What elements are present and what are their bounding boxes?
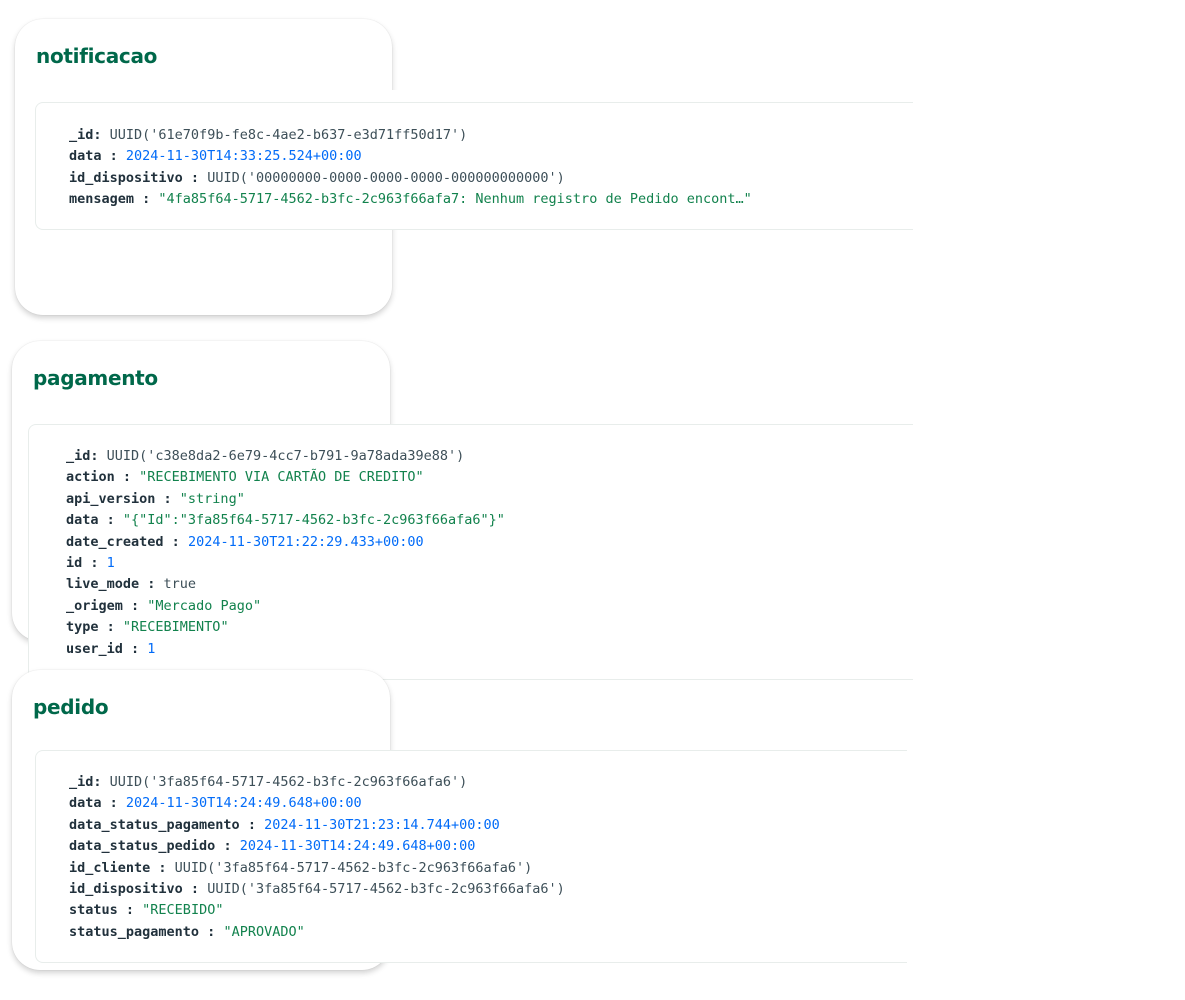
field-row: _id: UUID('c38e8da2-6e79-4cc7-b791-9a78a… xyxy=(66,448,465,464)
field-key: id xyxy=(66,555,83,572)
field-key: status xyxy=(69,902,118,919)
field-key: _id xyxy=(66,448,91,464)
field-key: data_status_pagamento xyxy=(69,816,240,833)
field-key: mensagem xyxy=(69,191,135,208)
field-value: 1 xyxy=(106,555,115,572)
field-value: UUID('3fa85f64-5717-4562-b3fc-2c963f66af… xyxy=(207,881,565,898)
field-value: 2024-11-30T21:23:14.744+00:00 xyxy=(264,816,500,833)
field-value: "RECEBIDO" xyxy=(142,902,224,919)
field-key: _id xyxy=(69,127,94,143)
field-value: 1 xyxy=(147,640,156,657)
field-key: id_dispositivo xyxy=(69,881,183,898)
field-row: data_status_pedido : 2024-11-30T14:24:49… xyxy=(69,838,476,855)
field-value: UUID('00000000-0000-0000-0000-0000000000… xyxy=(207,169,565,186)
field-row: api_version : "string" xyxy=(66,490,245,507)
field-row: user_id : 1 xyxy=(66,640,156,657)
field-row: type : "RECEBIMENTO" xyxy=(66,619,229,636)
field-value: UUID('c38e8da2-6e79-4cc7-b791-9a78ada39e… xyxy=(106,448,465,464)
field-row: _origem : "Mercado Pago" xyxy=(66,597,262,614)
field-value: UUID('3fa85f64-5717-4562-b3fc-2c963f66af… xyxy=(109,774,468,790)
field-row: data : 2024-11-30T14:33:25.524+00:00 xyxy=(69,148,362,165)
field-value: "string" xyxy=(179,490,245,507)
field-key: id_dispositivo xyxy=(69,169,183,186)
field-value: UUID('3fa85f64-5717-4562-b3fc-2c963f66af… xyxy=(174,859,533,876)
field-value: "Mercado Pago" xyxy=(147,597,262,614)
field-value: 2024-11-30T14:24:49.648+00:00 xyxy=(239,838,476,855)
collection-title: pedido xyxy=(33,695,109,719)
field-key: user_id xyxy=(66,640,123,657)
field-key: date_created xyxy=(66,533,164,550)
field-row: id_dispositivo : UUID('00000000-0000-000… xyxy=(69,169,565,186)
field-row: action : "RECEBIMENTO VIA CARTÃO DE CRED… xyxy=(66,469,424,486)
document-fields: _id: UUID('c38e8da2-6e79-4cc7-b791-9a78a… xyxy=(66,446,505,660)
field-row: status : "RECEBIDO" xyxy=(69,902,224,919)
field-row: mensagem : "4fa85f64-5717-4562-b3fc-2c96… xyxy=(69,191,752,208)
collection-title: pagamento xyxy=(33,366,158,390)
field-key: _origem xyxy=(66,597,123,614)
field-key: data xyxy=(69,795,102,812)
field-key: status_pagamento xyxy=(69,923,200,940)
document-card[interactable]: _id: UUID('61e70f9b-fe8c-4ae2-b637-e3d71… xyxy=(35,102,913,230)
field-key: _id xyxy=(69,774,94,790)
document-card[interactable]: _id: UUID('3fa85f64-5717-4562-b3fc-2c963… xyxy=(35,750,907,963)
field-value: "4fa85f64-5717-4562-b3fc-2c963f66afa7: N… xyxy=(158,191,752,208)
field-row: status_pagamento : "APROVADO" xyxy=(69,923,305,940)
field-key: id_cliente xyxy=(69,859,151,876)
field-key: live_mode xyxy=(66,576,140,593)
field-row: date_created : 2024-11-30T21:22:29.433+0… xyxy=(66,533,424,550)
collection-title: notificacao xyxy=(36,44,158,68)
field-key: data xyxy=(69,148,102,165)
field-key: action xyxy=(66,469,115,486)
field-row: data : "{"Id":"3fa85f64-5717-4562-b3fc-2… xyxy=(66,512,505,529)
field-row: data_status_pagamento : 2024-11-30T21:23… xyxy=(69,816,500,833)
field-row: _id: UUID('61e70f9b-fe8c-4ae2-b637-e3d71… xyxy=(69,127,468,143)
field-value: "{"Id":"3fa85f64-5717-4562-b3fc-2c963f66… xyxy=(122,512,505,529)
document-card[interactable]: _id: UUID('c38e8da2-6e79-4cc7-b791-9a78a… xyxy=(28,424,913,680)
field-row: id_cliente : UUID('3fa85f64-5717-4562-b3… xyxy=(69,859,533,876)
document-fields: _id: UUID('3fa85f64-5717-4562-b3fc-2c963… xyxy=(69,772,565,943)
field-row: live_mode : true xyxy=(66,576,197,593)
field-value: "APROVADO" xyxy=(223,923,305,940)
field-value: true xyxy=(163,576,197,593)
document-fields: _id: UUID('61e70f9b-fe8c-4ae2-b637-e3d71… xyxy=(69,125,752,211)
field-key: data_status_pedido xyxy=(69,838,216,855)
field-value: 2024-11-30T21:22:29.433+00:00 xyxy=(187,533,424,550)
field-value: 2024-11-30T14:33:25.524+00:00 xyxy=(125,148,362,165)
field-key: api_version xyxy=(66,490,156,507)
field-value: 2024-11-30T14:24:49.648+00:00 xyxy=(125,795,362,812)
field-value: UUID('61e70f9b-fe8c-4ae2-b637-e3d71ff50d… xyxy=(109,127,468,143)
field-key: data xyxy=(66,512,99,529)
field-row: data : 2024-11-30T14:24:49.648+00:00 xyxy=(69,795,362,812)
field-row: id : 1 xyxy=(66,555,115,572)
field-value: "RECEBIMENTO" xyxy=(122,619,229,636)
field-value: "RECEBIMENTO VIA CARTÃO DE CREDITO" xyxy=(139,469,424,486)
divider xyxy=(392,90,402,102)
field-row: _id: UUID('3fa85f64-5717-4562-b3fc-2c963… xyxy=(69,774,468,790)
field-key: type xyxy=(66,619,99,636)
field-row: id_dispositivo : UUID('3fa85f64-5717-456… xyxy=(69,881,565,898)
